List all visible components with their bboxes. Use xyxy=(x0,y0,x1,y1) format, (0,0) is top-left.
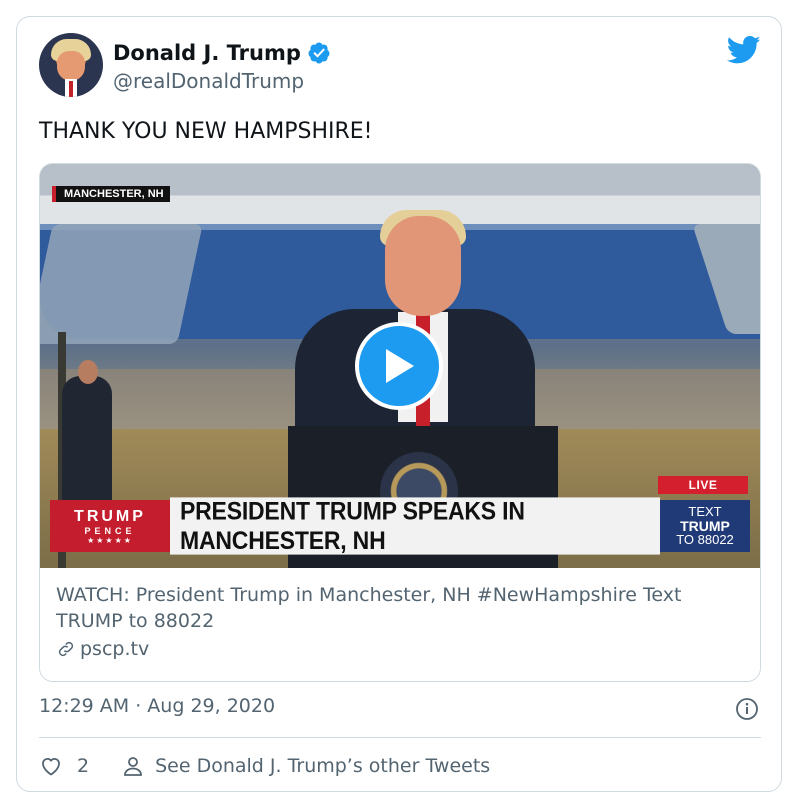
other-tweets-link[interactable]: See Donald J. Trump’s other Tweets xyxy=(121,754,490,778)
person-icon xyxy=(124,757,142,776)
author-name[interactable]: Donald J. Trump xyxy=(113,41,301,65)
tweet-actions: 2 See Donald J. Trump’s other Tweets xyxy=(39,751,490,781)
campaign-logo: TRUMP PENCE ★★★★★ xyxy=(50,500,170,552)
tweet-card: Donald J. Trump @realDonaldTrump THANK Y… xyxy=(16,16,782,792)
link-domain: pscp.tv xyxy=(56,638,744,660)
play-icon xyxy=(386,349,414,383)
link-description: WATCH: President Trump in Manchester, NH… xyxy=(56,584,682,632)
avatar[interactable] xyxy=(39,33,103,97)
divider xyxy=(39,737,761,738)
verified-badge-icon xyxy=(308,42,330,64)
tweet-text: THANK YOU NEW HAMPSHIRE! xyxy=(39,119,373,144)
info-icon[interactable] xyxy=(735,697,759,721)
heart-icon xyxy=(42,758,60,776)
text-to-donate-box: TEXT TRUMP TO 88022 xyxy=(660,500,750,552)
video-player[interactable]: MANCHESTER, NH LIVE TRUMP PENCE ★★★★★ PR… xyxy=(40,164,760,568)
live-badge: LIVE xyxy=(658,476,748,494)
lower-third-banner: TRUMP PENCE ★★★★★ PRESIDENT TRUMP SPEAKS… xyxy=(50,496,750,555)
play-button[interactable] xyxy=(355,322,443,410)
author-row: Donald J. Trump xyxy=(113,41,331,65)
like-button[interactable]: 2 xyxy=(39,754,89,778)
video-headline: PRESIDENT TRUMP SPEAKS IN MANCHESTER, NH xyxy=(170,496,660,555)
like-count: 2 xyxy=(77,755,90,777)
author-handle[interactable]: @realDonaldTrump xyxy=(113,69,304,93)
link-icon xyxy=(58,641,74,657)
tweet-timestamp[interactable]: 12:29 AM · Aug 29, 2020 xyxy=(39,695,275,717)
other-tweets-label: See Donald J. Trump’s other Tweets xyxy=(155,755,491,777)
location-tag: MANCHESTER, NH xyxy=(52,186,170,202)
media-link-card[interactable]: MANCHESTER, NH LIVE TRUMP PENCE ★★★★★ PR… xyxy=(39,163,761,682)
link-info[interactable]: WATCH: President Trump in Manchester, NH… xyxy=(40,568,760,660)
twitter-bird-icon[interactable] xyxy=(727,35,761,65)
